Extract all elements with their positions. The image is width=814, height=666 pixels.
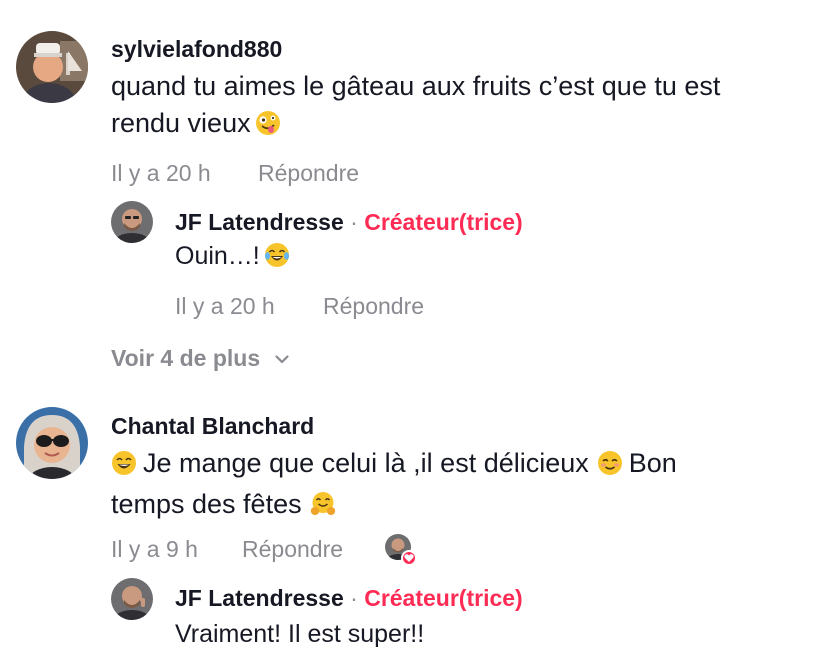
grinning-face-emoji-icon bbox=[111, 449, 137, 486]
separator-dot: · bbox=[350, 585, 358, 611]
comment-username[interactable]: sylvielafond880 bbox=[111, 36, 282, 63]
comment-text: Je mange que celui là ,il est délicieux … bbox=[111, 445, 677, 527]
avatar[interactable] bbox=[16, 407, 88, 479]
avatar[interactable] bbox=[111, 201, 153, 243]
tears-of-joy-emoji-icon bbox=[264, 242, 290, 275]
creator-badge: Créateur(trice) bbox=[364, 585, 523, 611]
comment-text-line: quand tu aimes le gâteau aux fruits c’es… bbox=[111, 71, 721, 101]
comment-timestamp: Il y a 9 h bbox=[111, 536, 198, 562]
comment-text: quand tu aimes le gâteau aux fruits c’es… bbox=[111, 68, 720, 146]
reply-username[interactable]: JF Latendresse bbox=[175, 585, 344, 611]
reply-timestamp: Il y a 20 h bbox=[175, 293, 275, 319]
avatar[interactable] bbox=[16, 31, 88, 103]
hugging-face-emoji-icon bbox=[310, 490, 336, 527]
creator-liked-badge bbox=[385, 534, 417, 566]
reply-text: Vraiment! Il est super!! bbox=[175, 620, 425, 648]
reply-username[interactable]: JF Latendresse bbox=[175, 209, 344, 235]
comment-timestamp: Il y a 20 h bbox=[111, 160, 211, 186]
creator-badge: Créateur(trice) bbox=[364, 209, 523, 235]
reply-text: Ouin…! bbox=[175, 242, 290, 275]
view-more-replies-button[interactable]: Voir 4 de plus bbox=[111, 343, 289, 372]
comment-username[interactable]: Chantal Blanchard bbox=[111, 413, 314, 440]
smiling-face-emoji-icon bbox=[597, 449, 623, 486]
chevron-down-icon bbox=[274, 343, 289, 370]
comment-text-line: rendu vieux bbox=[111, 105, 720, 146]
separator-dot: · bbox=[350, 209, 358, 235]
comment-text-line: Je mange que celui là ,il est délicieux … bbox=[111, 445, 677, 486]
comment-text-line: temps des fêtes bbox=[111, 486, 677, 527]
reply-header: JF Latendresse · Créateur(trice) bbox=[175, 585, 523, 612]
avatar[interactable] bbox=[111, 578, 153, 620]
reply-button[interactable]: Répondre bbox=[258, 160, 359, 187]
reply-header: JF Latendresse · Créateur(trice) bbox=[175, 209, 523, 236]
zany-face-emoji-icon bbox=[255, 109, 281, 146]
reply-button[interactable]: Répondre bbox=[323, 293, 424, 320]
heart-icon bbox=[401, 550, 417, 566]
reply-button[interactable]: Répondre bbox=[242, 536, 343, 563]
